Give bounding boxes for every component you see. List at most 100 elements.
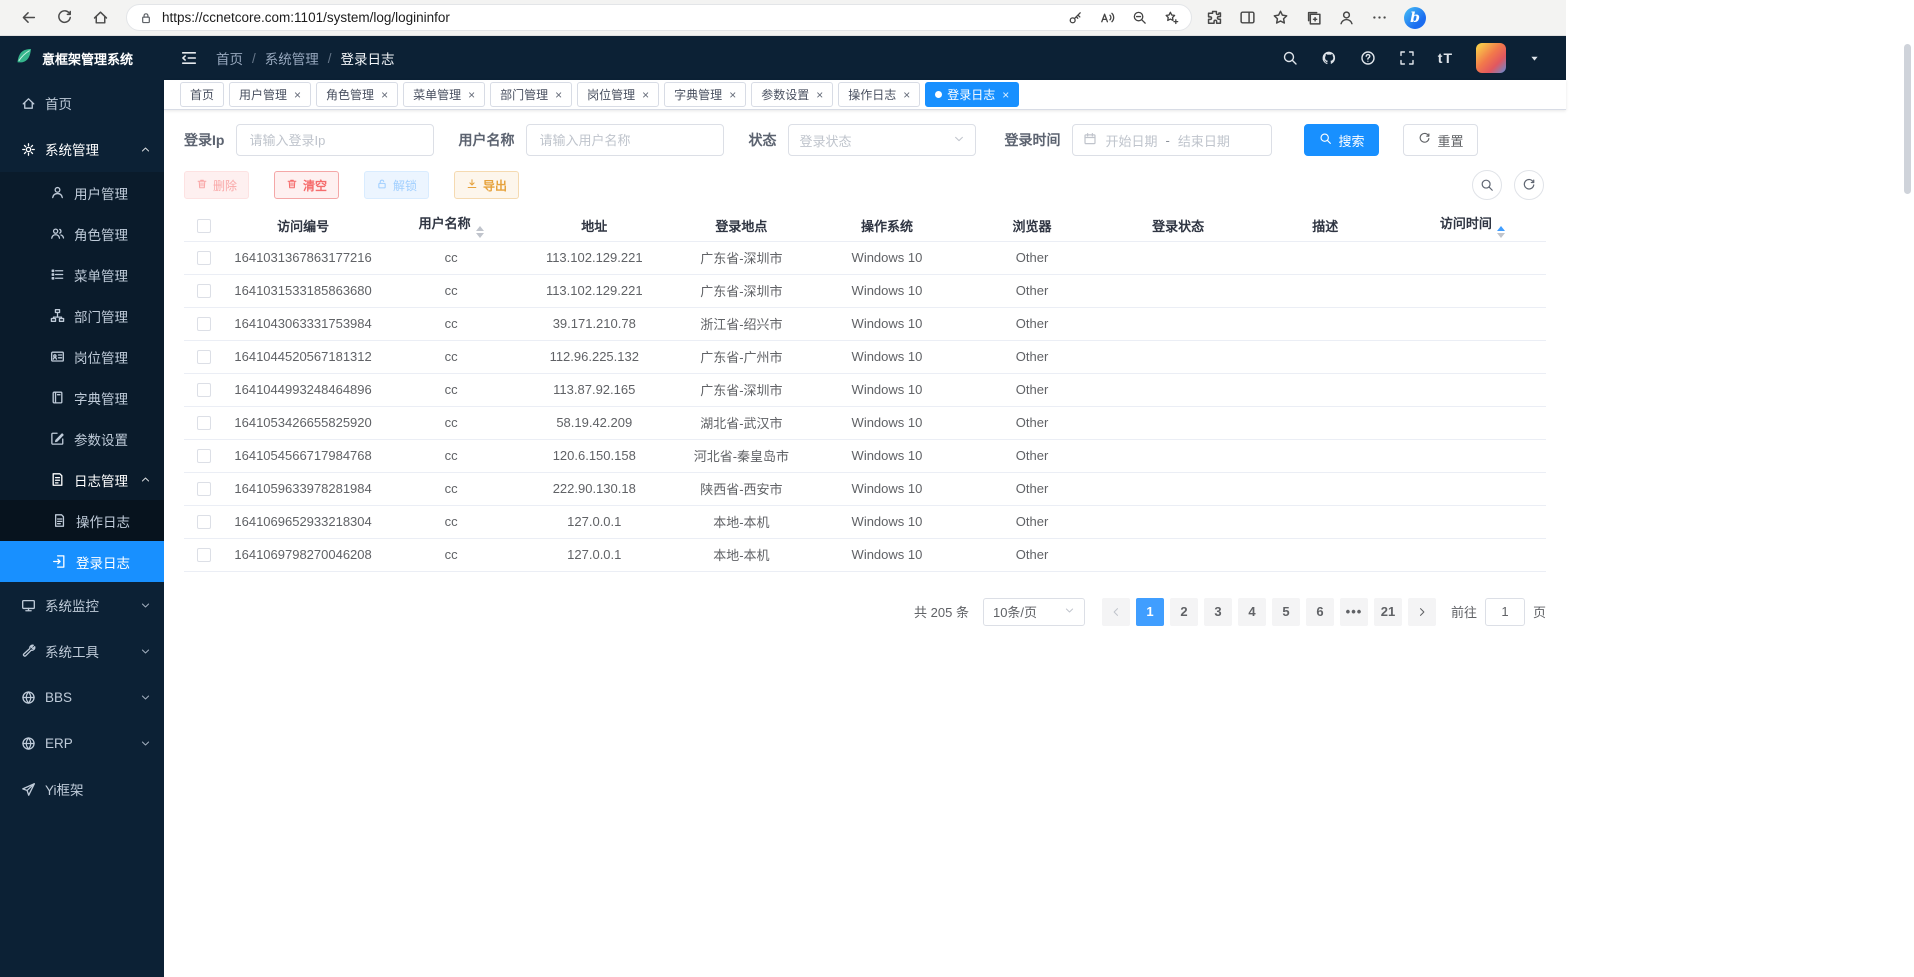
next-page-button[interactable] xyxy=(1408,598,1436,626)
select-all-checkbox[interactable] xyxy=(197,219,211,233)
sidebar-item-home[interactable]: 首页 xyxy=(0,80,164,126)
tab-role-management[interactable]: 角色管理× xyxy=(316,82,398,107)
breadcrumb-item[interactable]: 登录日志 xyxy=(341,48,395,68)
tab-home[interactable]: 首页 xyxy=(180,82,224,107)
sidebar-item-dept-management[interactable]: 部门管理 xyxy=(0,295,164,336)
extensions-icon[interactable] xyxy=(1206,9,1223,26)
table-row[interactable]: 1641059633978281984cc222.90.130.18陕西省-西安… xyxy=(184,472,1546,505)
page-button-21[interactable]: 21 xyxy=(1374,598,1402,626)
browser-back-button[interactable] xyxy=(13,3,43,33)
github-icon[interactable] xyxy=(1321,50,1337,66)
table-row[interactable]: 1641044993248464896cc113.87.92.165广东省-深圳… xyxy=(184,373,1546,406)
table-row[interactable]: 1641044520567181312cc112.96.225.132广东省-广… xyxy=(184,340,1546,373)
search-button[interactable]: 搜索 xyxy=(1304,124,1379,156)
search-icon[interactable] xyxy=(1282,50,1298,66)
sidebar-item-operation-log[interactable]: 操作日志 xyxy=(0,500,164,541)
menu-fold-icon[interactable] xyxy=(180,49,198,67)
page-button-4[interactable]: 4 xyxy=(1238,598,1266,626)
saved-passwords-icon[interactable] xyxy=(1068,10,1083,25)
delete-button[interactable]: 删除 xyxy=(184,171,249,199)
browser-address-bar[interactable]: https://ccnetcore.com:1101/system/log/lo… xyxy=(126,4,1192,31)
breadcrumb-item[interactable]: 首页 xyxy=(216,48,243,68)
tab-user-management[interactable]: 用户管理× xyxy=(229,82,311,107)
sidebar-item-yi-framework[interactable]: Yi框架 xyxy=(0,766,164,812)
row-checkbox[interactable] xyxy=(197,284,211,298)
tab-param-settings[interactable]: 参数设置× xyxy=(751,82,833,107)
sidebar-item-role-management[interactable]: 角色管理 xyxy=(0,213,164,254)
page-button-2[interactable]: 2 xyxy=(1170,598,1198,626)
user-name-input[interactable] xyxy=(526,124,724,156)
row-checkbox[interactable] xyxy=(197,251,211,265)
login-ip-input[interactable] xyxy=(236,124,434,156)
page-button-5[interactable]: 5 xyxy=(1272,598,1300,626)
column-header-访问时间[interactable]: 访问时间 xyxy=(1399,210,1546,241)
read-aloud-icon[interactable] xyxy=(1100,10,1115,25)
tab-operation-log[interactable]: 操作日志× xyxy=(838,82,920,107)
scrollbar-thumb[interactable] xyxy=(1904,44,1911,194)
fullscreen-icon[interactable] xyxy=(1399,50,1415,66)
close-icon[interactable]: × xyxy=(381,89,388,101)
split-screen-icon[interactable] xyxy=(1239,9,1256,26)
browser-refresh-button[interactable] xyxy=(49,3,79,33)
browser-home-button[interactable] xyxy=(85,3,115,33)
sidebar-item-log-management[interactable]: 日志管理 xyxy=(0,459,164,500)
sidebar-item-menu-management[interactable]: 菜单管理 xyxy=(0,254,164,295)
close-icon[interactable]: × xyxy=(642,89,649,101)
row-checkbox[interactable] xyxy=(197,449,211,463)
column-header-用户名称[interactable]: 用户名称 xyxy=(382,210,520,241)
row-checkbox[interactable] xyxy=(197,515,211,529)
font-size-icon[interactable]: tT xyxy=(1438,50,1453,66)
unlock-button[interactable]: 解锁 xyxy=(364,171,429,199)
sidebar-item-param-settings[interactable]: 参数设置 xyxy=(0,418,164,459)
close-icon[interactable]: × xyxy=(294,89,301,101)
bing-copilot-icon[interactable]: b xyxy=(1404,7,1426,29)
sort-carets-icon[interactable] xyxy=(1497,226,1505,238)
sidebar-item-post-management[interactable]: 岗位管理 xyxy=(0,336,164,377)
sidebar-item-dict-management[interactable]: 字典管理 xyxy=(0,377,164,418)
sidebar-item-system-monitor[interactable]: 系统监控 xyxy=(0,582,164,628)
table-row[interactable]: 1641031367863177216cc113.102.129.221广东省-… xyxy=(184,241,1546,274)
row-checkbox[interactable] xyxy=(197,383,211,397)
close-icon[interactable]: × xyxy=(816,89,823,101)
sidebar-item-system-management[interactable]: 系统管理 xyxy=(0,126,164,172)
close-icon[interactable]: × xyxy=(468,89,475,101)
favorites-icon[interactable] xyxy=(1272,9,1289,26)
sort-carets-icon[interactable] xyxy=(476,226,484,238)
browser-profile-icon[interactable] xyxy=(1338,9,1355,26)
prev-page-button[interactable] xyxy=(1102,598,1130,626)
login-time-range-picker[interactable]: 开始日期 - 结束日期 xyxy=(1072,124,1272,156)
sidebar-item-user-management[interactable]: 用户管理 xyxy=(0,172,164,213)
row-checkbox[interactable] xyxy=(197,350,211,364)
page-size-select[interactable]: 10条/页 xyxy=(983,598,1085,626)
page-button-1[interactable]: 1 xyxy=(1136,598,1164,626)
sidebar-item-system-tools[interactable]: 系统工具 xyxy=(0,628,164,674)
table-row[interactable]: 1641069652933218304cc127.0.0.1本地-本机Windo… xyxy=(184,505,1546,538)
url-text[interactable]: https://ccnetcore.com:1101/system/log/lo… xyxy=(162,10,450,25)
close-icon[interactable]: × xyxy=(903,89,910,101)
close-icon[interactable]: × xyxy=(1002,89,1009,101)
user-avatar[interactable] xyxy=(1476,43,1506,73)
table-row[interactable]: 1641043063331753984cc39.171.210.78浙江省-绍兴… xyxy=(184,307,1546,340)
status-select[interactable]: 登录状态 xyxy=(788,124,976,156)
clear-button[interactable]: 清空 xyxy=(274,171,339,199)
tab-post-management[interactable]: 岗位管理× xyxy=(577,82,659,107)
zoom-out-icon[interactable] xyxy=(1132,10,1147,25)
table-row[interactable]: 1641069798270046208cc127.0.0.1本地-本机Windo… xyxy=(184,538,1546,571)
sidebar-item-erp[interactable]: ERP xyxy=(0,720,164,766)
tab-dict-management[interactable]: 字典管理× xyxy=(664,82,746,107)
breadcrumb-item[interactable]: 系统管理 xyxy=(265,48,319,68)
row-checkbox[interactable] xyxy=(197,548,211,562)
tab-dept-management[interactable]: 部门管理× xyxy=(490,82,572,107)
table-row[interactable]: 1641054566717984768cc120.6.150.158河北省-秦皇… xyxy=(184,439,1546,472)
site-info-lock-icon[interactable] xyxy=(139,11,153,25)
page-button-3[interactable]: 3 xyxy=(1204,598,1232,626)
table-row[interactable]: 1641053426655825920cc58.19.42.209湖北省-武汉市… xyxy=(184,406,1546,439)
row-checkbox[interactable] xyxy=(197,317,211,331)
export-button[interactable]: 导出 xyxy=(454,171,519,199)
tab-login-log[interactable]: 登录日志× xyxy=(925,82,1019,107)
more-pages-button[interactable]: ••• xyxy=(1340,598,1368,626)
tab-menu-management[interactable]: 菜单管理× xyxy=(403,82,485,107)
sidebar-item-bbs[interactable]: BBS xyxy=(0,674,164,720)
reset-button[interactable]: 重置 xyxy=(1403,124,1478,156)
collections-icon[interactable] xyxy=(1305,9,1322,26)
